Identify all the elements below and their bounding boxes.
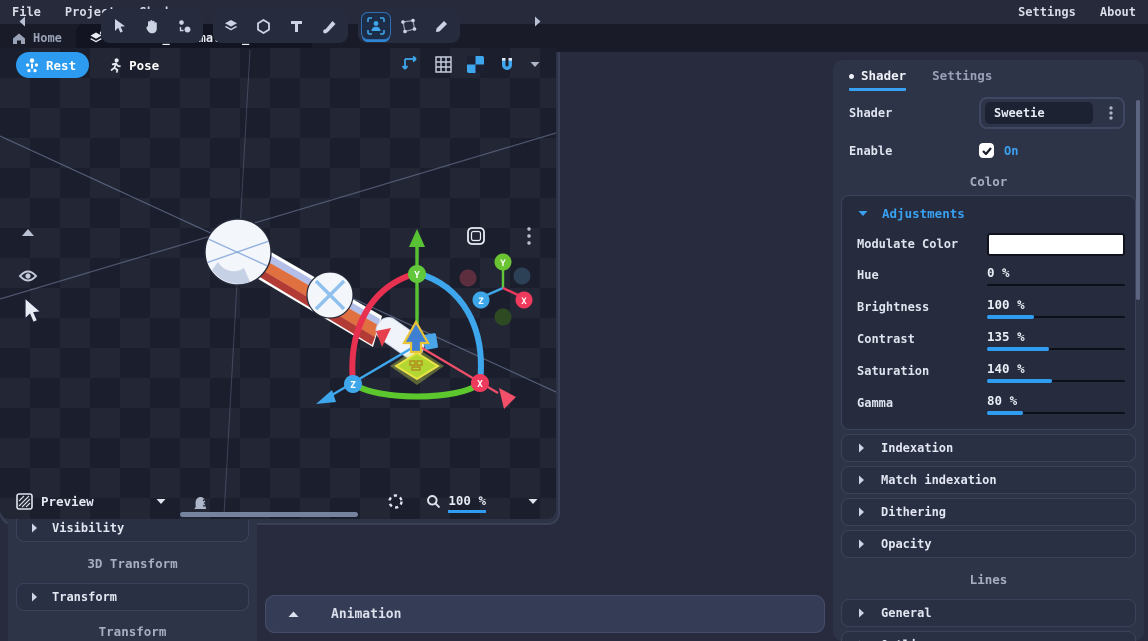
- menu-about[interactable]: About: [1088, 5, 1148, 19]
- scene-3d: Y Z X Y: [0, 48, 556, 519]
- menu-settings[interactable]: Settings: [1006, 5, 1088, 19]
- horizontal-scrollbar[interactable]: [180, 512, 358, 517]
- nav-y-label: Y: [500, 259, 506, 269]
- contrast-slider[interactable]: Contrast 135 %: [842, 323, 1135, 355]
- nav-z-label: Z: [478, 297, 484, 307]
- tab-settings[interactable]: Settings: [932, 68, 992, 91]
- app-window: File Project Shader Settings About Home …: [0, 0, 1148, 641]
- color-header: Color: [833, 174, 1144, 189]
- shader-select[interactable]: Sweetie: [979, 97, 1125, 129]
- enable-label: Enable: [849, 144, 979, 158]
- preview-mode-icon: [16, 493, 33, 510]
- text-tool[interactable]: [282, 12, 312, 40]
- shader-scrollbar[interactable]: [1136, 100, 1140, 300]
- chevron-right-icon: [858, 507, 865, 517]
- hue-slider[interactable]: Hue 0 %: [842, 259, 1135, 291]
- tab-shader[interactable]: Shader: [849, 68, 906, 91]
- pivot-diamond[interactable]: [396, 353, 438, 379]
- chevron-down-icon: [858, 210, 868, 217]
- transform-section[interactable]: Transform: [16, 583, 249, 611]
- mouse-cursor: [25, 298, 41, 322]
- adjustments-header[interactable]: Adjustments: [842, 196, 1135, 229]
- active-tab-dot: [849, 74, 854, 79]
- scroll-left-icon[interactable]: [18, 16, 26, 27]
- rotate-y-arc[interactable]: [353, 383, 480, 397]
- modulate-color-label: Modulate Color: [857, 237, 987, 251]
- enable-checkbox[interactable]: [979, 143, 994, 158]
- enable-value: On: [1004, 144, 1018, 158]
- chevron-right-icon: [858, 608, 865, 618]
- viewport-view-options: [402, 55, 540, 73]
- expand-up-icon[interactable]: [288, 611, 299, 618]
- shape-tool[interactable]: [249, 12, 279, 40]
- select-tool[interactable]: [104, 12, 134, 40]
- view-menu-dots-icon[interactable]: [527, 227, 530, 244]
- zoom-level-value[interactable]: 100 %: [448, 493, 486, 510]
- pose-mode-button[interactable]: Pose: [99, 52, 172, 78]
- zoom-magnifier-icon: [426, 494, 441, 509]
- bone-chain[interactable]: [205, 219, 438, 363]
- chevron-right-icon: [858, 475, 865, 485]
- nav-x-label: X: [521, 297, 527, 307]
- checker-background-icon[interactable]: [467, 56, 484, 73]
- draw-pencil-tool[interactable]: [427, 12, 457, 40]
- transform-3d-header: 3D Transform: [8, 556, 257, 571]
- transform-header: Transform: [8, 624, 257, 639]
- chevron-right-icon: [31, 523, 38, 533]
- onion-skin-ghost-icon[interactable]: [192, 494, 207, 510]
- mode-switch: Rest Pose: [16, 52, 172, 78]
- lattice-tool[interactable]: [394, 12, 424, 40]
- brightness-slider[interactable]: Brightness 100 %: [842, 291, 1135, 323]
- shader-options-dots-icon[interactable]: [1103, 106, 1119, 120]
- section-match-indexation[interactable]: Match indexation: [841, 466, 1136, 494]
- viewport-toolbar: [2, 2, 558, 50]
- saturation-slider[interactable]: Saturation 140 %: [842, 355, 1135, 387]
- section-opacity[interactable]: Opacity: [841, 530, 1136, 558]
- bone-tool[interactable]: [315, 12, 345, 40]
- chevron-right-icon: [31, 592, 38, 602]
- chevron-right-icon: [858, 443, 865, 453]
- shader-panel: Shader Settings Shader Sweetie Enable On…: [833, 60, 1144, 641]
- nav-minus-y[interactable]: [495, 309, 512, 326]
- grid-toggle-icon[interactable]: [435, 56, 452, 73]
- preview-mode-label[interactable]: Preview: [41, 494, 94, 509]
- pan-hand-tool[interactable]: [137, 12, 167, 40]
- adjustments-group: Adjustments Modulate Color Hue 0 % Brigh…: [841, 195, 1136, 430]
- axes-toggle-icon[interactable]: [402, 55, 420, 73]
- visibility-eye-icon[interactable]: [20, 272, 36, 281]
- shader-value[interactable]: Sweetie: [985, 102, 1093, 124]
- lines-header: Lines: [833, 572, 1144, 587]
- section-dithering[interactable]: Dithering: [841, 498, 1136, 526]
- snap-dropdown-caret[interactable]: [530, 61, 540, 68]
- layers-tool[interactable]: [216, 12, 246, 40]
- refresh-spinner-icon[interactable]: [387, 493, 404, 510]
- snap-magnet-icon[interactable]: [499, 57, 515, 72]
- section-general[interactable]: General: [841, 599, 1136, 627]
- running-figure-icon: [108, 58, 122, 73]
- section-outline[interactable]: Outline: [841, 631, 1136, 641]
- viewport-bottom-bar: Preview 100 %: [16, 493, 542, 510]
- viewport-panel: Y Z X Y: [0, 0, 560, 525]
- nav-minus-z[interactable]: [514, 268, 531, 285]
- animation-panel-header[interactable]: Animation: [265, 595, 825, 633]
- shader-label: Shader: [849, 106, 979, 120]
- x-axis-label: X: [477, 379, 483, 390]
- zoom-dropdown-caret[interactable]: [528, 498, 538, 505]
- scroll-right-icon[interactable]: [534, 16, 542, 27]
- y-axis-label: Y: [414, 270, 420, 281]
- skeleton-icon: [25, 58, 39, 73]
- rest-mode-button[interactable]: Rest: [16, 52, 89, 78]
- section-indexation[interactable]: Indexation: [841, 434, 1136, 462]
- preview-dropdown-caret[interactable]: [156, 498, 166, 505]
- viewport-canvas[interactable]: Y Z X Y: [0, 48, 556, 519]
- modulate-color-swatch[interactable]: [987, 233, 1125, 256]
- node-tool[interactable]: [170, 12, 200, 40]
- chevron-right-icon: [858, 539, 865, 549]
- maximize-view-icon[interactable]: [468, 228, 484, 244]
- nav-minus-x[interactable]: [460, 270, 477, 287]
- gamma-slider[interactable]: Gamma 80 %: [842, 387, 1135, 419]
- pose-tool-active[interactable]: [361, 12, 391, 40]
- collapse-up-icon[interactable]: [22, 229, 34, 236]
- z-axis-label: Z: [350, 380, 356, 391]
